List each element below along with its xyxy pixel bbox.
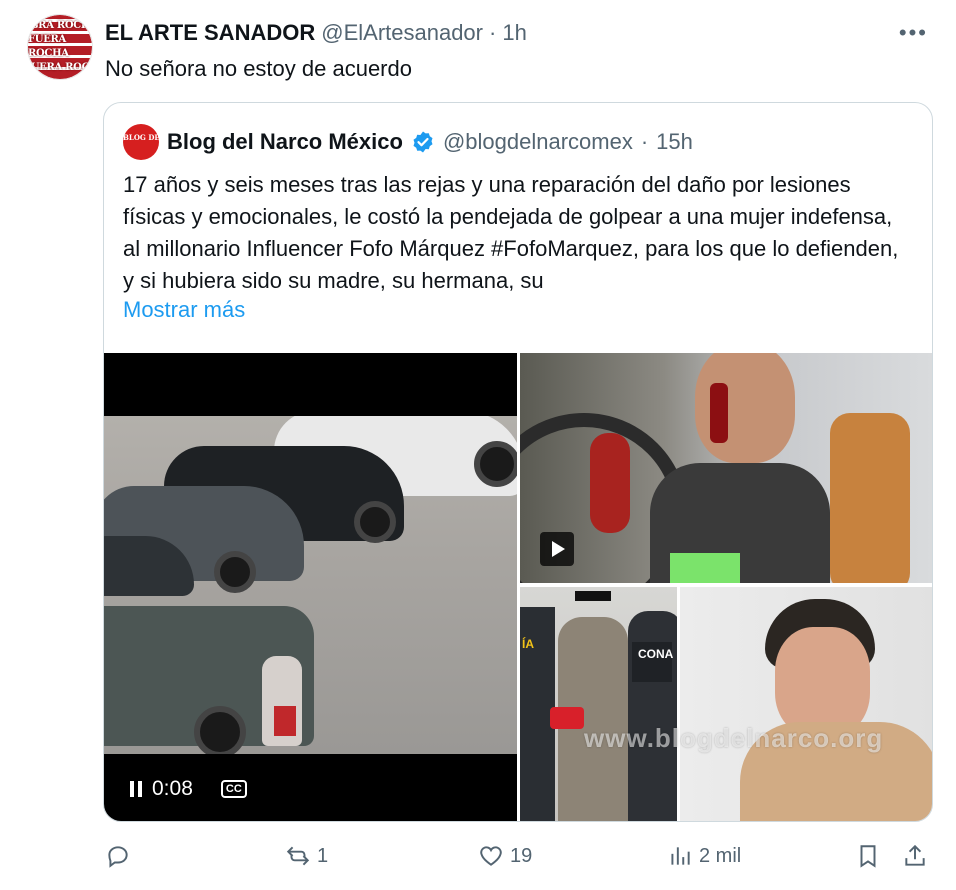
quoted-tweet[interactable]: BLOG DEL NARCO Blog del Narco México @bl… xyxy=(103,102,933,822)
views-count: 2 mil xyxy=(699,844,742,867)
share-button[interactable] xyxy=(902,836,928,876)
quoted-tweet-text: 17 años y seis meses tras las rejas y un… xyxy=(123,172,899,293)
tweet-header: EL ARTE SANADOR @ElArtesanador · 1h xyxy=(105,18,527,48)
play-icon[interactable] xyxy=(540,532,574,566)
quoted-tweet-header: BLOG DEL NARCO Blog del Narco México @bl… xyxy=(123,124,693,160)
author-avatar[interactable]: GRA ROCH FUERA ROCHA UERA ROC xyxy=(27,14,93,80)
video-player[interactable]: 0:08 CC xyxy=(104,353,517,821)
media-watermark: www.blogdelnarco.org xyxy=(584,723,884,753)
retweet-count: 1 xyxy=(317,844,329,867)
media-image-car-interior[interactable] xyxy=(520,353,932,583)
reply-icon xyxy=(108,846,128,868)
more-options-icon[interactable]: ••• xyxy=(899,20,928,46)
tweet-time[interactable]: 1h xyxy=(502,20,526,46)
author-handle[interactable]: @ElArtesanador xyxy=(321,20,483,46)
reply-button[interactable] xyxy=(105,836,137,876)
action-bar: 1 19 2 mil xyxy=(105,836,935,876)
media-image-arrest[interactable]: CONA ÍA xyxy=(520,587,677,821)
closed-captions-icon[interactable]: CC xyxy=(220,779,247,798)
quoted-author-avatar[interactable]: BLOG DEL NARCO xyxy=(123,124,159,160)
separator: · xyxy=(640,129,649,154)
author-name[interactable]: EL ARTE SANADOR xyxy=(105,20,315,46)
media-grid: 0:08 CC CONA ÍA www.blogdelnarco.org xyxy=(104,353,932,821)
share-icon xyxy=(905,844,925,866)
show-more-link[interactable]: Mostrar más xyxy=(123,297,245,323)
retweet-icon xyxy=(286,846,310,866)
quoted-author-handle[interactable]: @blogdelnarcomex xyxy=(443,129,633,155)
video-controls: 0:08 CC xyxy=(104,756,517,821)
quoted-tweet-time[interactable]: 15h xyxy=(656,129,693,155)
video-frame-parking-lot xyxy=(104,416,517,754)
bookmark-button[interactable] xyxy=(855,836,881,876)
views-icon xyxy=(671,847,690,865)
pause-icon[interactable] xyxy=(130,780,142,797)
like-button[interactable]: 19 xyxy=(478,836,532,876)
separator: · xyxy=(489,20,497,45)
video-time: 0:08 xyxy=(152,776,193,800)
verified-badge-icon xyxy=(413,131,433,153)
like-count: 19 xyxy=(510,844,533,867)
media-image-portrait[interactable] xyxy=(680,587,932,821)
avatar-logo-text: GRA ROCH FUERA ROCHA UERA ROC xyxy=(28,20,91,73)
quoted-author-name[interactable]: Blog del Narco México xyxy=(167,129,403,155)
vest-text: CONA xyxy=(638,647,674,661)
retweet-button[interactable]: 1 xyxy=(285,836,328,876)
views-button[interactable]: 2 mil xyxy=(667,836,741,876)
heart-icon xyxy=(480,846,502,866)
tweet-text: No señora no estoy de acuerdo xyxy=(105,56,412,81)
quoted-avatar-text: BLOG DEL NARCO xyxy=(123,133,159,142)
bookmark-icon xyxy=(860,845,876,868)
vest-text-left: ÍA xyxy=(522,637,534,651)
